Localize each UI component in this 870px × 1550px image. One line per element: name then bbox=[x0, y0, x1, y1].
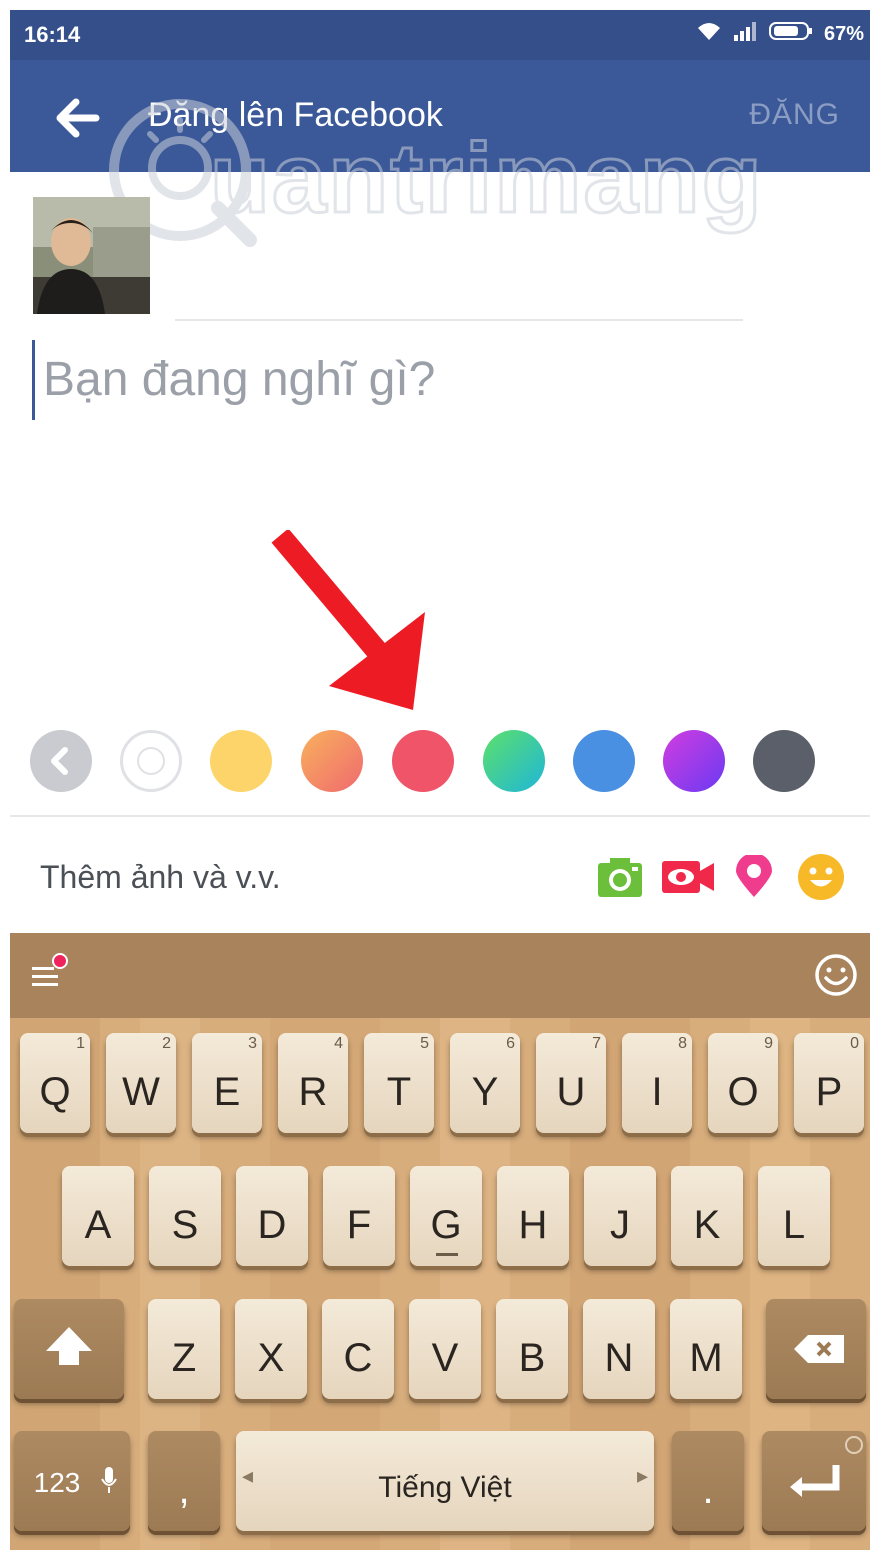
battery-percent: 67% bbox=[823, 22, 864, 45]
shift-key[interactable] bbox=[14, 1299, 124, 1399]
key-m[interactable]: M bbox=[670, 1299, 742, 1399]
app-bar: Đăng lên Facebook ĐĂNG bbox=[10, 60, 870, 172]
wifi-icon bbox=[696, 20, 722, 48]
key-o[interactable]: 9O bbox=[708, 1033, 778, 1133]
location-pin-icon[interactable] bbox=[732, 855, 776, 899]
key-l[interactable]: L bbox=[758, 1166, 830, 1266]
key-d[interactable]: D bbox=[236, 1166, 308, 1266]
color-swatch-teal[interactable] bbox=[483, 730, 545, 792]
background-color-picker bbox=[30, 730, 830, 794]
add-to-post-label: Thêm ảnh và v.v. bbox=[40, 859, 281, 895]
key-n[interactable]: N bbox=[583, 1299, 655, 1399]
page-title: Đăng lên Facebook bbox=[148, 96, 443, 134]
add-to-post-bar[interactable]: Thêm ảnh và v.v. bbox=[10, 815, 870, 933]
key-b[interactable]: B bbox=[496, 1299, 568, 1399]
enter-icon bbox=[790, 1436, 863, 1497]
key-k[interactable]: K bbox=[671, 1166, 743, 1266]
keyboard-emoji-icon[interactable] bbox=[814, 953, 858, 997]
key-e[interactable]: 3E bbox=[192, 1033, 262, 1133]
key-g[interactable]: G bbox=[410, 1166, 482, 1266]
space-key[interactable]: ◂ Tiếng Việt ▸ bbox=[236, 1431, 654, 1531]
keyboard-toolbar bbox=[10, 933, 870, 1018]
key-f[interactable]: F bbox=[323, 1166, 395, 1266]
key-s[interactable]: S bbox=[149, 1166, 221, 1266]
keyboard-menu-icon[interactable] bbox=[32, 953, 68, 993]
status-time: 16:14 bbox=[24, 22, 81, 47]
audience-divider bbox=[175, 319, 743, 321]
backspace-key[interactable] bbox=[766, 1299, 866, 1399]
backspace-icon bbox=[794, 1335, 844, 1363]
color-swatch-orange[interactable] bbox=[301, 730, 363, 792]
color-swatch-purple[interactable] bbox=[663, 730, 725, 792]
battery-icon bbox=[768, 20, 814, 48]
key-h[interactable]: H bbox=[497, 1166, 569, 1266]
signal-icon bbox=[732, 20, 758, 48]
camera-icon[interactable] bbox=[596, 855, 644, 899]
space-right-arrow-icon: ▸ bbox=[636, 1463, 648, 1488]
key-w[interactable]: 2W bbox=[106, 1033, 176, 1133]
key-x[interactable]: X bbox=[235, 1299, 307, 1399]
status-bar: 16:14 67% bbox=[10, 10, 870, 60]
post-button[interactable]: ĐĂNG bbox=[749, 98, 840, 132]
key-j[interactable]: J bbox=[584, 1166, 656, 1266]
avatar[interactable] bbox=[33, 197, 150, 314]
key-v[interactable]: V bbox=[409, 1299, 481, 1399]
status-input[interactable]: Bạn đang nghĩ gì? bbox=[32, 340, 832, 420]
video-icon[interactable] bbox=[660, 855, 716, 899]
key-c[interactable]: C bbox=[322, 1299, 394, 1399]
collapse-colors-button[interactable] bbox=[30, 730, 92, 792]
key-q[interactable]: 1Q bbox=[20, 1033, 90, 1133]
annotation-arrow bbox=[271, 530, 425, 710]
key-t[interactable]: 5T bbox=[364, 1033, 434, 1133]
screen: 16:14 67% Đăng lên Facebook ĐĂNG uantrim… bbox=[0, 0, 870, 1550]
key-a[interactable]: A bbox=[62, 1166, 134, 1266]
period-key[interactable]: . bbox=[672, 1431, 744, 1531]
color-swatch-dark-gray[interactable] bbox=[753, 730, 815, 792]
key-r[interactable]: 4R bbox=[278, 1033, 348, 1133]
color-swatch-red[interactable] bbox=[392, 730, 454, 792]
arrow-left-icon bbox=[56, 98, 100, 138]
key-p[interactable]: 0P bbox=[794, 1033, 864, 1133]
keyboard: 1Q 2W 3E 4R 5T 6Y 7U 8I 9O 0P A S D F G … bbox=[10, 933, 870, 1550]
numbers-key[interactable]: 123 bbox=[14, 1431, 130, 1531]
comma-key[interactable]: , bbox=[148, 1431, 220, 1531]
color-swatch-white[interactable] bbox=[120, 730, 182, 792]
key-z[interactable]: Z bbox=[148, 1299, 220, 1399]
key-i[interactable]: 8I bbox=[622, 1033, 692, 1133]
color-swatch-yellow[interactable] bbox=[210, 730, 272, 792]
smiley-icon[interactable] bbox=[797, 853, 845, 901]
color-swatch-blue[interactable] bbox=[573, 730, 635, 792]
enter-key[interactable] bbox=[762, 1431, 866, 1531]
key-y[interactable]: 6Y bbox=[450, 1033, 520, 1133]
microphone-icon bbox=[101, 1467, 117, 1493]
key-u[interactable]: 7U bbox=[536, 1033, 606, 1133]
back-button[interactable] bbox=[50, 90, 106, 146]
shift-icon bbox=[46, 1327, 92, 1365]
chevron-left-icon bbox=[51, 747, 68, 775]
